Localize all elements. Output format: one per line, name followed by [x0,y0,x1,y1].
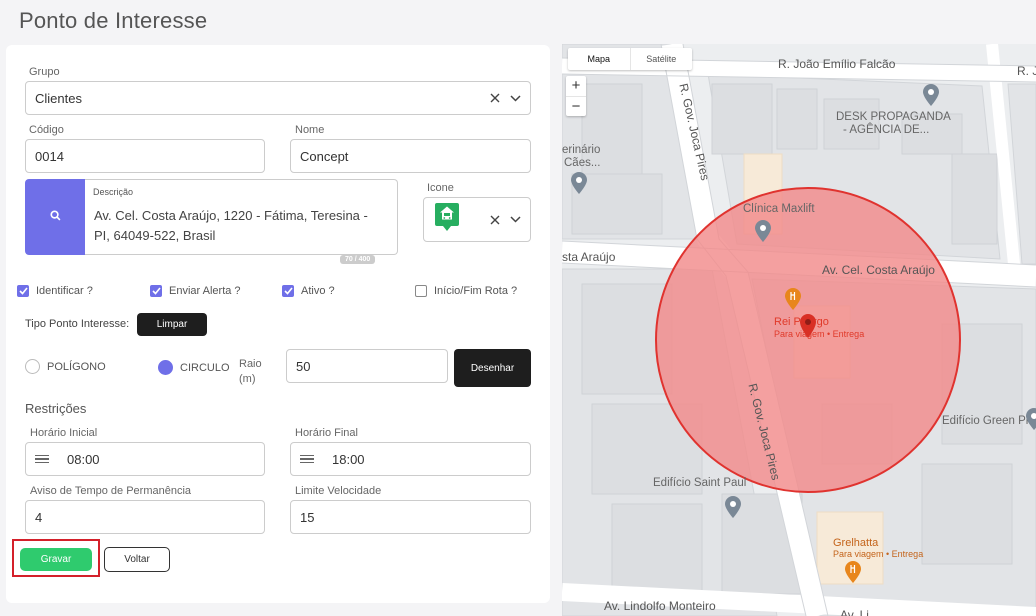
poi-label: erinário [562,144,601,156]
poi-label: Clínica Maxlift [743,203,815,215]
search-address-button[interactable] [25,179,85,255]
street-label: R. J [1017,64,1036,78]
poi-label: Para viagem • Entrega [833,549,924,559]
horario-inicial-label: Horário Inicial [30,427,98,439]
identificar-label: Identificar ? [36,285,93,297]
search-icon [49,208,61,226]
clear-icon[interactable] [488,213,502,227]
gray-pin-icon[interactable] [571,172,587,194]
horario-final-label: Horário Final [295,427,358,439]
poi-form: Grupo Clientes Código 0014 Nome Concept … [6,45,550,603]
zoom-in-button[interactable]: + [566,76,586,97]
inicio-fim-rota-label: Início/Fim Rota ? [434,285,518,297]
check-icon [17,285,29,297]
gray-pin-icon[interactable] [1026,408,1036,430]
circulo-radio[interactable]: CIRCULO [158,360,230,375]
poi-label: Cães... [564,157,601,169]
horario-inicial-value: 08:00 [67,451,100,467]
chevron-down-icon[interactable] [508,213,522,227]
check-icon [282,285,294,297]
poligono-radio[interactable]: POLÍGONO [25,359,106,374]
restaurant-pin-icon[interactable] [785,288,801,310]
chevron-down-icon[interactable] [508,91,522,105]
circulo-label: CIRCULO [180,361,230,374]
poi-label: DESK PROPAGANDA [836,111,951,123]
raio-input[interactable]: 50 [286,349,448,383]
zoom-out-button[interactable]: − [566,97,586,117]
icone-label: Icone [427,182,454,194]
map-tab[interactable]: Mapa [568,48,631,70]
unchecked-box [415,285,427,297]
inicio-fim-rota-checkbox[interactable]: Início/Fim Rota ? [415,285,517,297]
enviar-alerta-checkbox[interactable]: Enviar Alerta ? [150,285,241,297]
limite-input[interactable]: 15 [290,500,531,534]
limite-value: 15 [300,509,315,525]
bus-marker-icon [434,202,460,237]
restaurant-pin-icon[interactable] [845,561,861,583]
identificar-checkbox[interactable]: Identificar ? [17,285,93,297]
codigo-label: Código [29,124,64,136]
descricao-textarea[interactable]: Descrição Av. Cel. Costa Araújo, 1220 - … [85,179,398,255]
page-title: Ponto de Interesse [19,8,208,33]
gray-pin-icon[interactable] [755,220,771,242]
location-pin-icon[interactable] [800,314,816,338]
raio-value: 50 [296,358,311,374]
street-label: Av. Cel. Costa Araújo [822,263,935,277]
horario-final-value: 18:00 [332,451,365,467]
satellite-tab[interactable]: Satélite [631,48,693,70]
codigo-input[interactable]: 0014 [25,139,265,173]
codigo-value: 0014 [35,148,64,164]
map-view[interactable]: Mapa Satélite + − R. João Emílio Falcão … [562,44,1036,616]
aviso-label: Aviso de Tempo de Permanência [30,485,192,497]
desenhar-button[interactable]: Desenhar [454,349,531,387]
street-label: Av. Li [840,608,869,616]
grupo-label: Grupo [29,66,60,78]
poi-label: - AGÊNCIA DE... [843,124,930,136]
tipo-label: Tipo Ponto Interesse: [25,318,130,330]
menu-lines-icon [300,454,314,464]
clear-icon[interactable] [488,91,502,105]
enviar-alerta-label: Enviar Alerta ? [169,285,241,297]
icone-select[interactable] [423,197,531,242]
poi-label: Para viagem • Entrega [774,329,865,339]
horario-final-input[interactable]: 18:00 [290,442,531,476]
char-counter: 70 / 400 [340,255,376,264]
check-icon [150,285,162,297]
limite-label: Limite Velocidade [295,485,382,497]
restricoes-title: Restrições [25,401,87,416]
map-type-toggle: Mapa Satélite [568,48,692,70]
radio-off [25,359,40,374]
raio-label: Raio (m) [239,358,262,385]
poligono-label: POLÍGONO [47,360,106,373]
nome-value: Concept [300,148,349,164]
street-label: R. João Emílio Falcão [778,57,896,71]
gravar-button[interactable]: Gravar [20,548,92,571]
street-label: Av. Lindolfo Monteiro [604,599,716,613]
voltar-button[interactable]: Voltar [104,547,170,572]
gray-pin-icon[interactable] [923,84,939,106]
poi-label: Rei P [774,316,801,328]
poi-label: Edifício Green Place [942,415,1036,427]
street-label: sta Araújo [562,250,616,264]
grupo-select[interactable]: Clientes [25,81,531,115]
poi-label: Grelhatta [833,537,879,549]
ativo-checkbox[interactable]: Ativo ? [282,285,335,297]
menu-lines-icon [35,454,49,464]
grupo-value: Clientes [35,90,82,106]
nome-input[interactable]: Concept [290,139,531,173]
ativo-label: Ativo ? [301,285,335,297]
descricao-label: Descrição [93,187,134,197]
gray-pin-icon[interactable] [725,496,741,518]
radio-on [158,360,173,375]
poi-label: Edifício Saint Paul [653,477,747,489]
nome-label: Nome [295,124,325,136]
aviso-value: 4 [35,509,43,525]
horario-inicial-input[interactable]: 08:00 [25,442,265,476]
aviso-input[interactable]: 4 [25,500,265,534]
limpar-button[interactable]: Limpar [137,313,207,336]
zoom-control: + − [566,76,586,116]
descricao-value: Av. Cel. Costa Araújo, 1220 - Fátima, Te… [94,208,368,243]
